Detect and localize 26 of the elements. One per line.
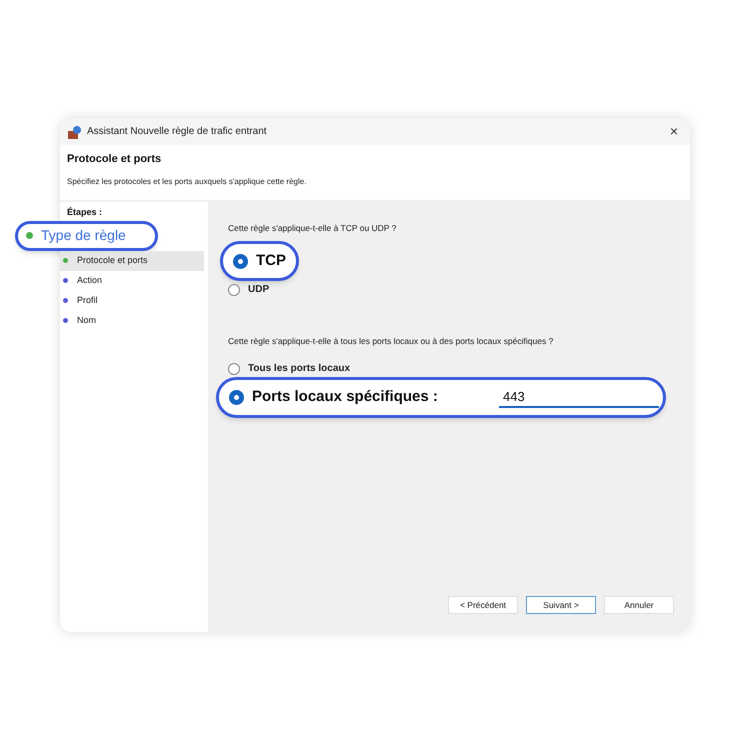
ports-question: Cette règle s'applique-t-elle à tous les ports locaux ou à des ports locaux spécifiques ?: [228, 335, 554, 348]
close-button[interactable]: ×: [666, 121, 682, 142]
step-callout[interactable]: Type de règle: [15, 220, 158, 250]
radio-button[interactable]: [233, 254, 248, 268]
page-subtitle: Spécifiez les protocoles et les ports auxquels s'applique cette règle.: [67, 176, 308, 188]
step-label: Type de règle: [41, 226, 126, 245]
step-item[interactable]: Profil: [60, 290, 204, 310]
protocol-question: Cette règle s'applique-t-elle à TCP ou UDP ?: [228, 222, 398, 235]
dialog-button[interactable]: Annuler: [604, 596, 674, 614]
option-label: Ports locaux spécifiques :: [252, 387, 438, 407]
firewall-icon: [68, 124, 82, 138]
radio-button[interactable]: [229, 390, 244, 405]
port-field[interactable]: 443: [499, 386, 659, 408]
step-item[interactable]: Protocole et ports: [60, 250, 204, 270]
page-title: Protocole et ports: [67, 152, 162, 167]
dialog-button[interactable]: < Précédent: [448, 596, 518, 614]
option-label: TCP: [256, 250, 286, 271]
option-label: Tous les ports locaux: [248, 362, 350, 376]
steps-label: Étapes :: [66, 206, 104, 219]
step-item[interactable]: Nom: [60, 310, 204, 330]
radio-button[interactable]: [228, 284, 240, 296]
step-item[interactable]: Action: [60, 270, 204, 290]
window-title: Assistant Nouvelle règle de trafic entrant: [87, 125, 267, 139]
dialog-button[interactable]: Suivant >: [526, 596, 596, 614]
radio-button[interactable]: [228, 362, 240, 374]
option-label: UDP: [248, 283, 270, 298]
